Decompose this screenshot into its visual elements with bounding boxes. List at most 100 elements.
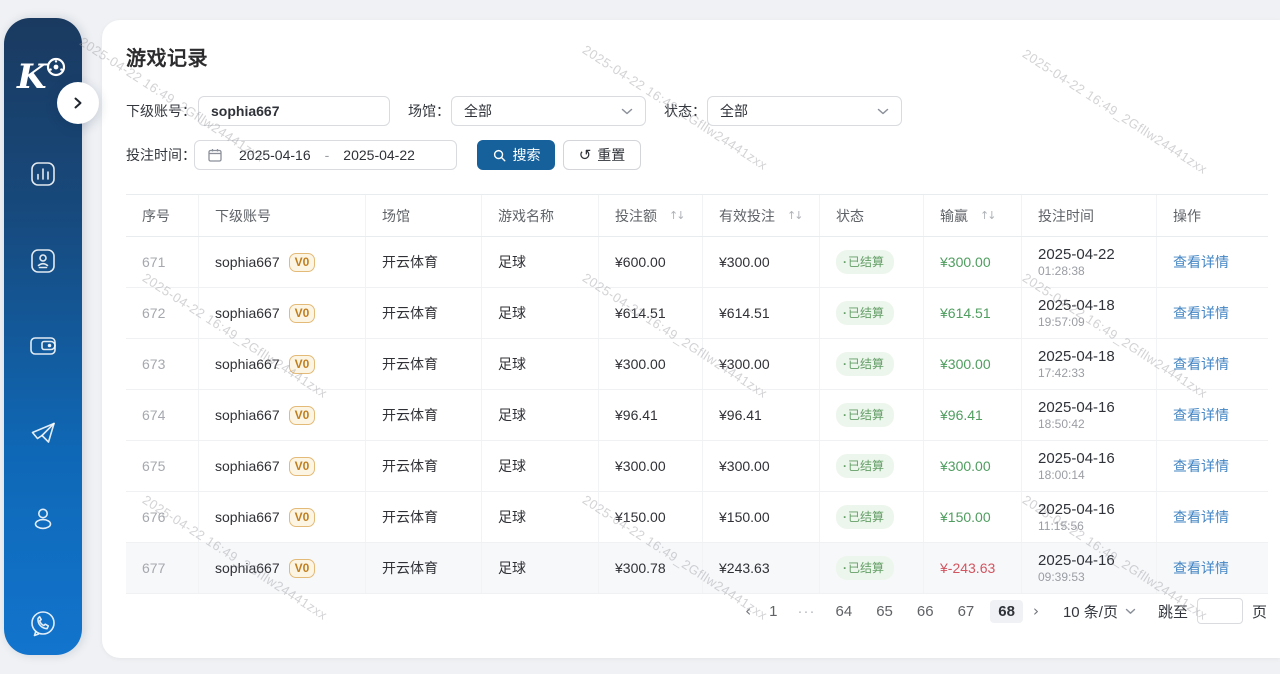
- date-start[interactable]: 2025-04-16: [239, 147, 311, 163]
- view-details-link[interactable]: 查看详情: [1173, 354, 1229, 374]
- level-badge: V0: [289, 406, 316, 425]
- view-details-link[interactable]: 查看详情: [1173, 303, 1229, 323]
- profile-icon[interactable]: [25, 500, 61, 536]
- view-details-link[interactable]: 查看详情: [1173, 507, 1229, 527]
- cell-valid-bet: ¥300.00: [703, 441, 820, 491]
- account-name: sophia667: [215, 305, 280, 321]
- bet-date: 2025-04-18: [1038, 297, 1115, 314]
- cell-valid-bet: ¥614.51: [703, 288, 820, 338]
- search-icon: [492, 148, 507, 163]
- column-header-5[interactable]: 投注额↑↓: [599, 195, 703, 236]
- page-button-67[interactable]: 67: [950, 600, 983, 623]
- level-badge: V0: [289, 304, 316, 323]
- sort-icon[interactable]: ↑↓: [787, 209, 801, 222]
- cell-bet-time: 2025-04-1819:57:09: [1022, 288, 1157, 338]
- cell-bet-time: 2025-04-1611:15:56: [1022, 492, 1157, 542]
- column-header-3: 场馆: [366, 195, 482, 236]
- page-button-65[interactable]: 65: [868, 600, 901, 623]
- status-dot-icon: ·: [843, 510, 847, 524]
- chevron-down-icon: [621, 108, 633, 115]
- wallet-icon[interactable]: [25, 328, 61, 364]
- page-button-66[interactable]: 66: [909, 600, 942, 623]
- table-row: 675sophia667V0开云体育足球¥300.00¥300.00·已结算¥3…: [126, 441, 1268, 492]
- cell-bet-amount: ¥96.41: [599, 390, 703, 440]
- sort-icon[interactable]: ↑↓: [980, 209, 994, 222]
- status-select[interactable]: 全部: [707, 96, 902, 126]
- bet-date: 2025-04-16: [1038, 552, 1115, 569]
- cell-action: 查看详情: [1157, 237, 1268, 287]
- column-header-7: 状态: [820, 195, 924, 236]
- venue-select[interactable]: 全部: [451, 96, 646, 126]
- column-header-8[interactable]: 输赢↑↓: [924, 195, 1022, 236]
- column-header-6[interactable]: 有效投注 ↑↓: [703, 195, 820, 236]
- reset-icon: ↺: [579, 148, 592, 163]
- page-size-select[interactable]: 10 条/页: [1063, 601, 1136, 622]
- cell-action: 查看详情: [1157, 543, 1268, 593]
- cell-venue: 开云体育: [366, 390, 482, 440]
- status-badge: ·已结算: [836, 454, 894, 478]
- bet-clock: 17:42:33: [1038, 366, 1085, 380]
- date-range-picker[interactable]: 2025-04-16 - 2025-04-22: [194, 140, 457, 170]
- cell-bet-amount: ¥600.00: [599, 237, 703, 287]
- view-details-link[interactable]: 查看详情: [1173, 456, 1229, 476]
- level-badge: V0: [289, 355, 316, 374]
- cell-status: ·已结算: [820, 441, 924, 491]
- cell-venue: 开云体育: [366, 339, 482, 389]
- column-header-2: 下级账号: [199, 195, 366, 236]
- account-name: sophia667: [215, 509, 280, 525]
- cell-game: 足球: [482, 492, 599, 542]
- view-details-link[interactable]: 查看详情: [1173, 405, 1229, 425]
- cell-venue: 开云体育: [366, 237, 482, 287]
- column-label: 有效投注: [719, 206, 775, 226]
- cell-venue: 开云体育: [366, 543, 482, 593]
- account-input[interactable]: [198, 96, 390, 126]
- stats-icon[interactable]: [25, 156, 61, 192]
- status-select-value: 全部: [720, 101, 748, 121]
- send-icon[interactable]: [25, 415, 61, 451]
- page-button-64[interactable]: 64: [828, 600, 861, 623]
- search-button[interactable]: 搜索: [477, 140, 555, 170]
- cell-account: sophia667V0: [199, 543, 366, 593]
- status-text: 已结算: [848, 559, 884, 576]
- cell-winloss: ¥150.00: [924, 492, 1022, 542]
- cell-game: 足球: [482, 237, 599, 287]
- cell-winloss: ¥96.41: [924, 390, 1022, 440]
- level-badge: V0: [289, 253, 316, 272]
- page-button-68[interactable]: 68: [990, 600, 1023, 623]
- cell-winloss: ¥-243.63: [924, 543, 1022, 593]
- cell-valid-bet: ¥243.63: [703, 543, 820, 593]
- column-label: 下级账号: [215, 206, 271, 226]
- bet-clock: 01:28:38: [1038, 264, 1085, 278]
- table-row: 677sophia667V0开云体育足球¥300.78¥243.63·已结算¥-…: [126, 543, 1268, 594]
- cell-valid-bet: ¥300.00: [703, 339, 820, 389]
- cell-status: ·已结算: [820, 339, 924, 389]
- column-label: 序号: [142, 206, 170, 226]
- view-details-link[interactable]: 查看详情: [1173, 252, 1229, 272]
- chevron-right-icon: [71, 96, 85, 110]
- next-page-button[interactable]: ›: [1027, 599, 1045, 623]
- bet-time-label: 投注时间：: [126, 140, 196, 170]
- sidebar-expand-button[interactable]: [57, 82, 99, 124]
- cell-action: 查看详情: [1157, 492, 1268, 542]
- cell-bet-amount: ¥300.78: [599, 543, 703, 593]
- jump-page-input[interactable]: [1197, 598, 1243, 624]
- support-phone-icon[interactable]: [25, 606, 61, 642]
- view-details-link[interactable]: 查看详情: [1173, 558, 1229, 578]
- status-dot-icon: ·: [843, 306, 847, 320]
- reset-button[interactable]: ↺ 重置: [563, 140, 641, 170]
- cell-action: 查看详情: [1157, 339, 1268, 389]
- bet-clock: 18:00:14: [1038, 468, 1085, 482]
- cell-valid-bet: ¥96.41: [703, 390, 820, 440]
- page-button-1[interactable]: 1: [761, 600, 785, 623]
- cell-venue: 开云体育: [366, 441, 482, 491]
- status-dot-icon: ·: [843, 459, 847, 473]
- prev-page-button[interactable]: ‹: [739, 599, 757, 623]
- column-label: 操作: [1173, 206, 1201, 226]
- member-card-icon[interactable]: [25, 243, 61, 279]
- sort-icon[interactable]: ↑↓: [669, 209, 683, 222]
- bet-date: 2025-04-22: [1038, 246, 1115, 263]
- date-end[interactable]: 2025-04-22: [343, 147, 415, 163]
- table-header-row: 序号下级账号场馆游戏名称投注额↑↓有效投注↑↓状态输赢↑↓投注时间操作: [126, 194, 1268, 237]
- cell-bet-time: 2025-04-1618:50:42: [1022, 390, 1157, 440]
- cell-venue: 开云体育: [366, 492, 482, 542]
